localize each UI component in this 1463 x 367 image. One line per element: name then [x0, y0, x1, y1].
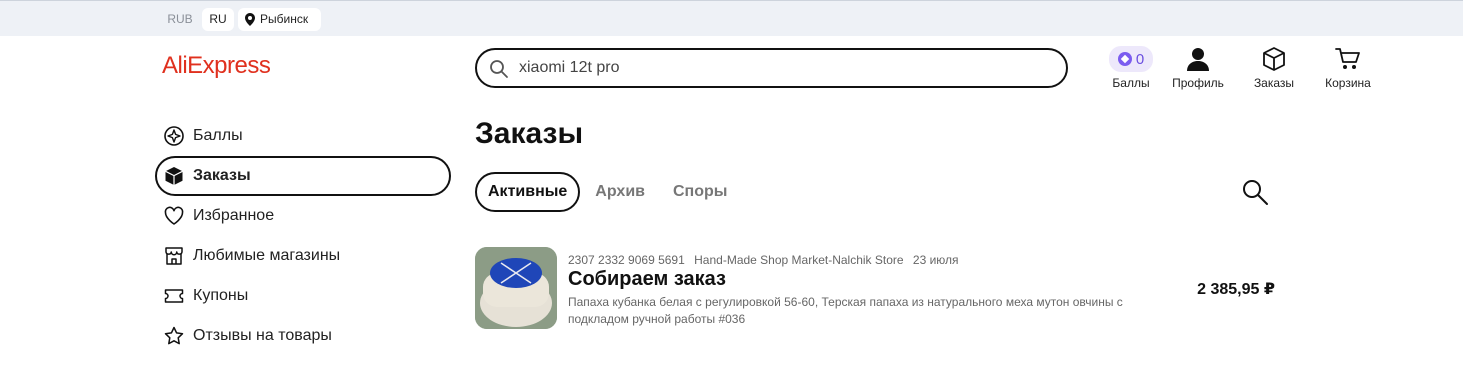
language-selector[interactable]: RU: [202, 8, 234, 31]
sidebar-item-label: Любимые магазины: [193, 247, 341, 264]
sidebar-item-label: Отзывы на товары: [193, 327, 332, 344]
sidebar-item-favorite-stores[interactable]: Любимые магазины: [155, 236, 451, 276]
city-selector[interactable]: Рыбинск: [238, 8, 321, 31]
search-input[interactable]: [519, 58, 1039, 78]
sidebar-item-label: Купоны: [193, 287, 249, 304]
order-price: 2 385,95 ₽: [1197, 281, 1275, 298]
points-label: Баллы: [1112, 76, 1150, 90]
header-cart-button[interactable]: Корзина: [1315, 46, 1381, 90]
star-icon: [164, 326, 184, 346]
product-title[interactable]: Папаха кубанка белая с регулировкой 56-6…: [568, 294, 1148, 328]
order-date: 23 июля: [912, 253, 959, 267]
header-orders-button[interactable]: Заказы: [1241, 46, 1307, 90]
currency-selector[interactable]: RUB: [162, 8, 198, 31]
sidebar-item-points[interactable]: Баллы: [155, 116, 451, 156]
order-card[interactable]: 2307 2332 9069 5691 Hand-Made Shop Marke…: [475, 247, 1295, 331]
sidebar-item-orders[interactable]: Заказы: [155, 156, 451, 196]
points-count: 0: [1135, 50, 1145, 68]
coupon-icon: [164, 286, 184, 306]
search-icon: [1243, 180, 1268, 205]
page-title: Заказы: [475, 117, 584, 150]
tab-archive[interactable]: Архив: [582, 172, 658, 212]
user-icon: [1187, 48, 1209, 71]
order-meta: 2307 2332 9069 5691 Hand-Made Shop Marke…: [568, 253, 965, 267]
points-coin-icon: [1117, 52, 1132, 66]
location-pin-icon: [245, 13, 255, 26]
product-thumbnail[interactable]: [475, 247, 557, 329]
store-name[interactable]: Hand-Made Shop Market-Nalchik Store: [694, 253, 903, 267]
tab-active[interactable]: Активные: [475, 172, 581, 212]
aliexpress-logo[interactable]: AliExpress: [162, 52, 271, 80]
points-badge: 0: [1108, 46, 1154, 72]
sidebar-item-label: Избранное: [193, 207, 275, 224]
order-tabs: Активные Архив Споры: [475, 172, 742, 212]
store-icon: [164, 246, 184, 266]
header-points-button[interactable]: 0 Баллы: [1098, 46, 1164, 90]
profile-label: Профиль: [1172, 76, 1224, 90]
orders-label: Заказы: [1253, 76, 1295, 90]
header-profile-button[interactable]: Профиль: [1165, 46, 1231, 90]
sidebar: Баллы Заказы Избранное Любимые магазины …: [155, 116, 451, 356]
orders-search-button[interactable]: [1241, 178, 1269, 211]
heart-icon: [164, 206, 184, 226]
top-bar: RUB RU Рыбинск: [0, 0, 1463, 36]
sidebar-item-label: Баллы: [193, 127, 243, 144]
city-label: Рыбинск: [260, 12, 309, 26]
points-icon: [164, 126, 184, 146]
box-icon: [1263, 47, 1285, 71]
search-icon: [490, 60, 508, 78]
sidebar-item-reviews[interactable]: Отзывы на товары: [155, 316, 451, 356]
sidebar-item-label: Заказы: [193, 167, 251, 184]
box-filled-icon: [164, 166, 184, 186]
order-status: Собираем заказ: [568, 268, 726, 290]
cart-label: Корзина: [1325, 76, 1371, 90]
search-bar[interactable]: [475, 48, 1068, 88]
cart-icon: [1335, 48, 1360, 69]
order-number[interactable]: 2307 2332 9069 5691: [568, 253, 685, 267]
sidebar-item-favorites[interactable]: Избранное: [155, 196, 451, 236]
tab-disputes[interactable]: Споры: [660, 172, 740, 212]
sidebar-item-coupons[interactable]: Купоны: [155, 276, 451, 316]
